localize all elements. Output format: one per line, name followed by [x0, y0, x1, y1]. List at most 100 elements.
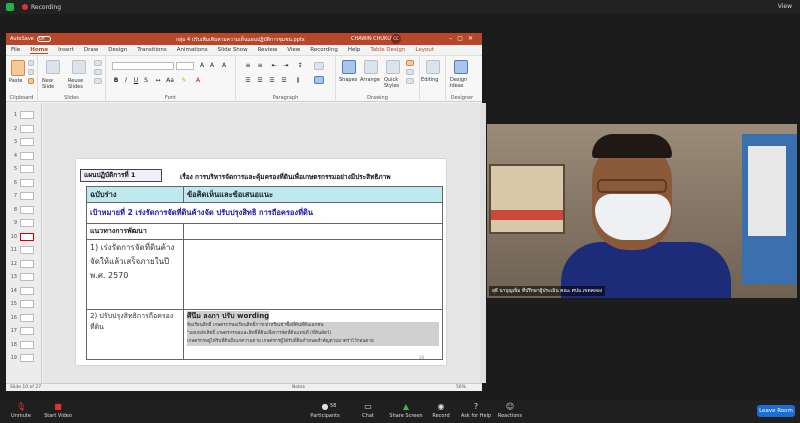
share-screen-button[interactable]: ▲ Share Screen	[387, 402, 425, 419]
slide-thumbnail-image[interactable]	[20, 178, 34, 187]
bold-icon[interactable]: B	[112, 77, 120, 85]
shapes-label[interactable]: Shapes	[339, 77, 357, 83]
slide-thumbnail[interactable]: 11	[8, 246, 40, 255]
arrange-icon[interactable]	[364, 60, 378, 74]
reset-icon[interactable]	[94, 69, 102, 75]
editing-label[interactable]: Editing	[421, 77, 438, 83]
tab-animations[interactable]: Animations	[177, 47, 208, 53]
format-painter-icon[interactable]	[28, 78, 34, 84]
justify-icon[interactable]: ☰	[280, 77, 288, 85]
align-center-icon[interactable]: ☰	[256, 77, 264, 85]
strikethrough-icon[interactable]: S	[142, 77, 150, 85]
numbering-icon[interactable]: ≡	[256, 62, 264, 70]
tab-draw[interactable]: Draw	[84, 47, 98, 53]
slide-thumbnail[interactable]: 7	[8, 192, 40, 201]
slide-thumbnail[interactable]: 14	[8, 286, 40, 296]
slide-thumbnail-image[interactable]	[20, 111, 34, 119]
font-size-combo[interactable]	[176, 62, 194, 70]
slide-thumbnail-image[interactable]	[20, 313, 34, 322]
start-video-button[interactable]: ■ Start Video	[42, 402, 74, 419]
slide-thumbnail[interactable]: 4	[8, 151, 40, 161]
development-label[interactable]: แนวทางการพัฒนา	[86, 223, 184, 240]
slide-thumbnail-image[interactable]	[20, 138, 34, 146]
slide-thumbnail[interactable]: 12	[8, 259, 40, 269]
reuse-slides-label[interactable]: Reuse Slides	[68, 78, 92, 90]
slide-thumbnail-pane[interactable]: 1 2 3 4 5 6 7 8 9 10 11 12 13 14 15 16 17 18 19	[6, 103, 42, 383]
canvas-scrollbar[interactable]	[480, 103, 486, 383]
user-avatar[interactable]: CC	[391, 34, 401, 44]
row1-comment-cell[interactable]	[183, 239, 443, 310]
slide-thumbnail[interactable]: 1	[8, 111, 40, 120]
recording-label[interactable]: Recording	[31, 4, 61, 11]
bullets-icon[interactable]: ≡	[244, 62, 252, 70]
shape-effects-icon[interactable]	[406, 78, 414, 84]
plan-label[interactable]: แผนปฏิบัติการที่ 1	[80, 169, 162, 182]
clear-format-icon[interactable]: A	[220, 62, 228, 70]
line-spacing-icon[interactable]: ↕	[296, 62, 304, 70]
slide-thumbnail-image[interactable]	[20, 165, 34, 173]
tab-review[interactable]: Review	[258, 47, 278, 53]
slide-10[interactable]: แผนปฏิบัติการที่ 1 เรื่อง การบริหารจัดกา…	[76, 159, 446, 365]
slide-thumbnail-image[interactable]	[20, 259, 34, 268]
slide-thumbnail[interactable]: 9	[8, 219, 40, 228]
plan-title[interactable]: เรื่อง การบริหารจัดการและคุ้มครองที่ดินเ…	[180, 172, 391, 182]
ask-for-help-button[interactable]: ? Ask for Help	[459, 402, 493, 419]
leave-room-button[interactable]: Leave Room	[757, 405, 795, 417]
slide-thumbnail[interactable]: 8	[8, 205, 40, 215]
tab-file[interactable]: File	[11, 47, 20, 53]
arrange-label[interactable]: Arrange	[360, 77, 380, 83]
slide-thumbnail-image[interactable]	[20, 205, 34, 214]
reactions-button[interactable]: ☺ Reactions	[496, 402, 524, 419]
slide-thumbnail[interactable]: 2	[8, 124, 40, 134]
slide-thumbnail[interactable]: 5	[8, 165, 40, 174]
section-icon[interactable]	[94, 78, 102, 84]
shape-outline-icon[interactable]	[406, 69, 414, 75]
row1-draft-cell[interactable]: 1) เร่งรัดการจัดที่ดินค้างจัดให้แล้วเสร็…	[86, 239, 184, 310]
plan-table[interactable]: ฉบับร่าง ข้อคิดเห็นและข้อเสนอแนะ เป้าหมา…	[86, 186, 443, 360]
tab-help[interactable]: Help	[348, 47, 361, 53]
view-button[interactable]: View	[778, 3, 792, 10]
tab-layout[interactable]: Layout	[415, 47, 434, 53]
header-draft[interactable]: ฉบับร่าง	[86, 186, 184, 203]
slide-thumbnail-image[interactable]	[20, 151, 34, 160]
slide-thumbnail[interactable]: 3	[8, 138, 40, 147]
design-ideas-label[interactable]: Design Ideas	[450, 77, 476, 89]
grow-font-icon[interactable]: A	[198, 62, 206, 70]
record-button[interactable]: ◉ Record	[430, 402, 452, 419]
row2-comment-cell[interactable]: ศึนึม ลงภา ปรับ wording ข้อเรียนสิทธิ์ เ…	[183, 309, 443, 360]
slide-thumbnail[interactable]: 15	[8, 300, 40, 309]
underline-icon[interactable]: U	[132, 77, 140, 85]
development-empty-cell[interactable]	[183, 223, 443, 240]
increase-indent-icon[interactable]: ⇥	[282, 62, 290, 70]
tab-transitions[interactable]: Transitions	[137, 47, 166, 53]
slide-thumbnail[interactable]: 6	[8, 178, 40, 188]
window-controls[interactable]: –▢✕	[449, 35, 478, 42]
new-slide-icon[interactable]	[46, 60, 60, 74]
slide-thumbnail[interactable]: 10	[8, 232, 40, 242]
tab-table-design[interactable]: Table Design	[370, 47, 405, 53]
smartart-icon[interactable]	[314, 76, 324, 84]
shape-fill-icon[interactable]	[406, 60, 414, 66]
slide-thumbnail[interactable]: 17	[8, 327, 40, 336]
char-spacing-icon[interactable]: ↔	[154, 77, 162, 85]
slide-thumbnail-image[interactable]	[20, 273, 34, 281]
slide-thumbnail-image[interactable]	[20, 124, 34, 133]
layout-icon[interactable]	[94, 60, 102, 66]
slide-thumbnail-image[interactable]	[20, 232, 34, 241]
align-right-icon[interactable]: ☰	[268, 77, 276, 85]
font-color-icon[interactable]: A	[194, 77, 202, 85]
italic-icon[interactable]: I	[122, 77, 130, 85]
slide-thumbnail-image[interactable]	[20, 300, 34, 308]
participant-video[interactable]: สุธี นาบุญเพิ่ม ที่ปรึกษาผู้ประเมิน คณะ …	[487, 124, 797, 298]
highlight-icon[interactable]: ✎	[180, 77, 188, 85]
slide-thumbnail-image[interactable]	[20, 340, 34, 349]
design-ideas-icon[interactable]	[454, 60, 468, 74]
slide-thumbnail[interactable]: 16	[8, 313, 40, 323]
paste-icon[interactable]	[11, 60, 25, 76]
quick-styles-icon[interactable]	[386, 60, 400, 74]
slide-thumbnail-image[interactable]	[20, 219, 34, 227]
goal-cell[interactable]: เป้าหมายที่ 2 เร่งรัดการจัดที่ดินค้างจัด…	[86, 202, 443, 224]
cut-icon[interactable]	[28, 60, 34, 66]
shrink-font-icon[interactable]: A	[208, 62, 216, 70]
slide-thumbnail-image[interactable]	[20, 354, 34, 362]
